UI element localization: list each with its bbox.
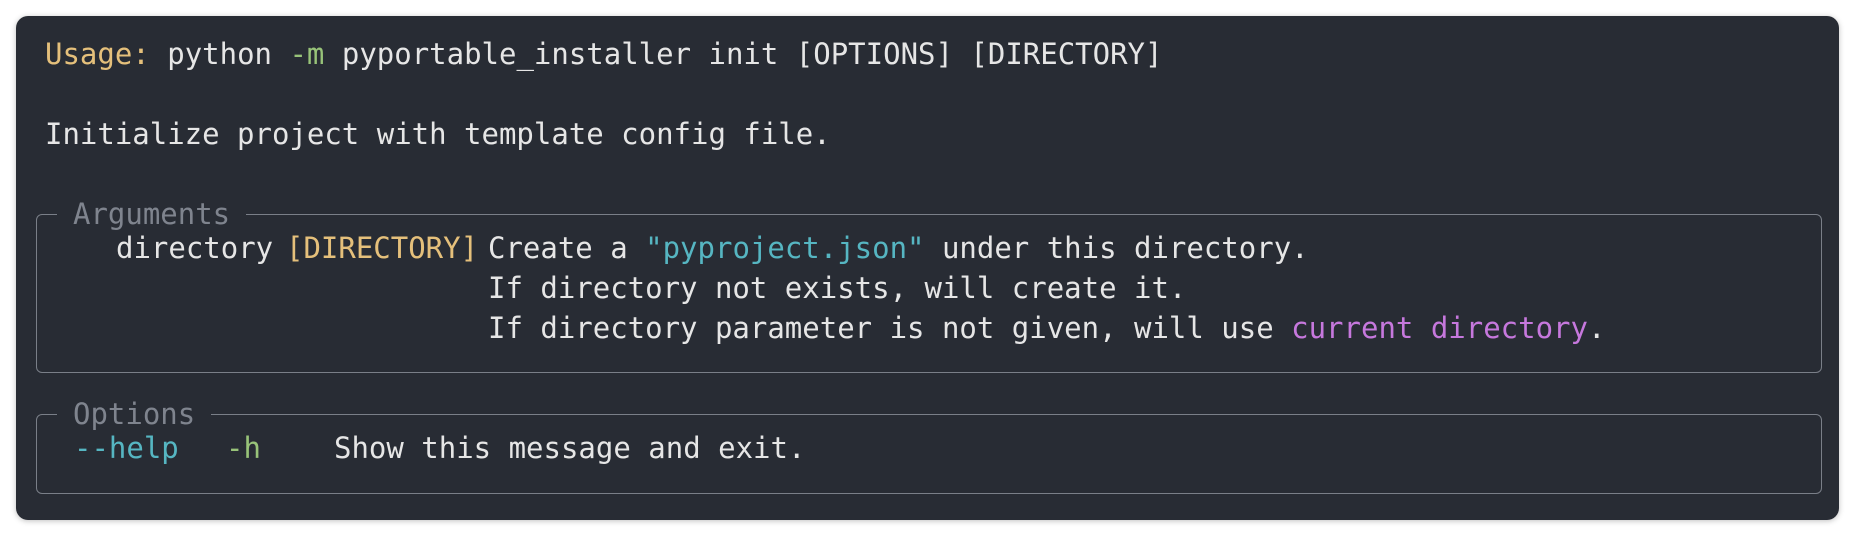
argument-name: directory [116, 231, 274, 265]
help-text: Create a [488, 231, 646, 265]
option-short-flag: -h [226, 431, 261, 465]
option-help: Show this message and exit. [334, 431, 806, 465]
config-filename: "pyproject.json" [645, 231, 925, 265]
usage-line: Usage: python -m pyportable_installer in… [45, 34, 1162, 74]
usage-command: python [167, 37, 272, 71]
command-description: Initialize project with template config … [45, 117, 831, 151]
options-panel: Options --help -h Show this message and … [36, 394, 1822, 494]
current-directory-highlight: current directory [1291, 311, 1588, 345]
help-text: . [1587, 311, 1606, 345]
help-text: If directory parameter is not given, wil… [488, 311, 1292, 345]
terminal-window: Usage: python -m pyportable_installer in… [16, 16, 1839, 520]
usage-arguments: pyportable_installer init [OPTIONS] [DIR… [341, 37, 1163, 71]
argument-help-line-1: Create a "pyproject.json" under this dir… [488, 228, 1309, 268]
argument-help-line-2: If directory not exists, will create it. [488, 271, 1187, 305]
usage-label: Usage: [45, 37, 150, 71]
argument-metavar: [DIRECTORY] [286, 231, 479, 265]
option-long-flag: --help [74, 431, 179, 465]
arguments-panel: Arguments directory [DIRECTORY] Create a… [36, 194, 1822, 373]
help-text: under this directory. [924, 231, 1309, 265]
argument-help-line-3: If directory parameter is not given, wil… [488, 308, 1605, 348]
usage-flag: -m [289, 37, 325, 71]
